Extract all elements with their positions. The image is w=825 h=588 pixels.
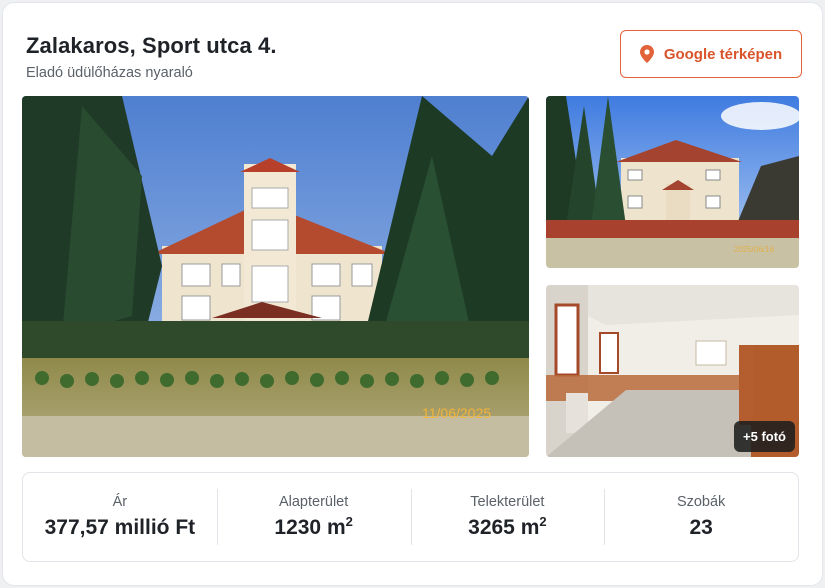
stat-plot-area-label: Telekterület (470, 494, 545, 510)
stat-rooms: Szobák 23 (604, 473, 798, 561)
stat-plot-area: Telekterület 3265 m2 (410, 473, 605, 561)
stat-price-label: Ár (112, 494, 128, 510)
stat-floor-area-value: 1230 m2 (274, 514, 353, 539)
stat-plot-area-value: 3265 m2 (468, 514, 547, 539)
main-photo-date-stamp: 11/06/2025 (422, 405, 491, 421)
map-pin-icon (639, 45, 654, 63)
stat-price: Ár 377,57 millió Ft (23, 473, 217, 561)
stat-price-value: 377,57 millió Ft (44, 516, 196, 539)
listing-title: Zalakaros, Sport utca 4. (26, 33, 277, 58)
side-photo-date-stamp: 2025/06/16 (734, 245, 775, 254)
stat-rooms-value: 23 (689, 516, 713, 539)
stat-rooms-label: Szobák (676, 494, 726, 510)
stat-floor-area-label: Alapterület (278, 494, 349, 510)
listing-subtitle: Eladó üdülőházas nyaraló (26, 65, 193, 81)
main-photo[interactable]: 11/06/2025 (22, 96, 529, 457)
google-maps-button-label: Google térképen (663, 45, 783, 63)
stats-bar: Ár 377,57 millió Ft Alapterület 1230 m2 … (22, 472, 799, 562)
main-photo-image: 11/06/2025 (22, 96, 529, 457)
more-photos-badge[interactable]: +5 fotó (734, 421, 795, 452)
stat-floor-area: Alapterület 1230 m2 (216, 473, 411, 561)
side-photo-exterior[interactable]: 2025/06/16 (546, 96, 799, 268)
side-photo-interior[interactable]: +5 fotó (546, 285, 799, 457)
side-photo-exterior-image: 2025/06/16 (546, 96, 799, 268)
google-maps-button[interactable]: Google térképen (620, 30, 802, 78)
